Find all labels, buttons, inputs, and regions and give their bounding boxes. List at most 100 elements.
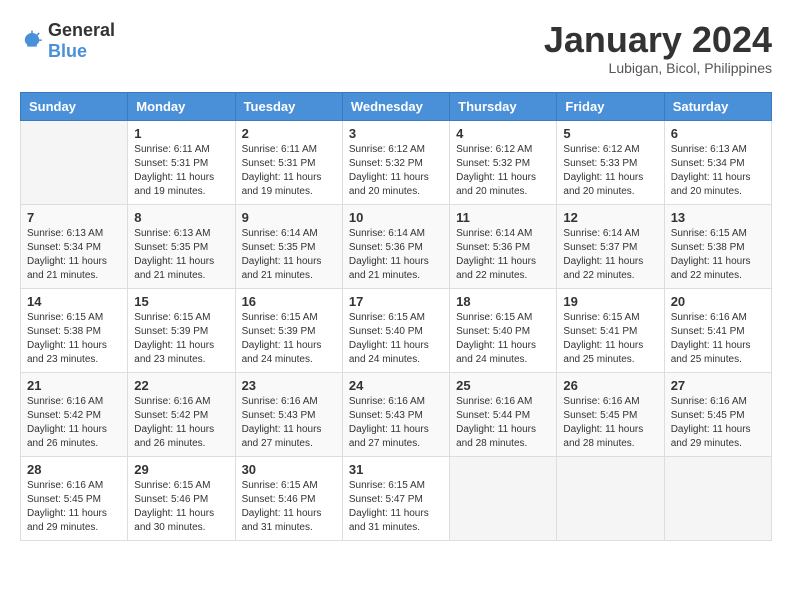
calendar-cell: 25Sunrise: 6:16 AMSunset: 5:44 PMDayligh… xyxy=(450,372,557,456)
day-number: 12 xyxy=(563,210,657,225)
day-number: 18 xyxy=(456,294,550,309)
calendar-cell xyxy=(450,456,557,540)
calendar-table: SundayMondayTuesdayWednesdayThursdayFrid… xyxy=(20,92,772,541)
day-info: Sunrise: 6:16 AMSunset: 5:42 PMDaylight:… xyxy=(27,395,121,451)
day-info: Sunrise: 6:15 AMSunset: 5:46 PMDaylight:… xyxy=(242,479,336,535)
day-number: 14 xyxy=(27,294,121,309)
day-info: Sunrise: 6:12 AMSunset: 5:32 PMDaylight:… xyxy=(349,143,443,199)
calendar-cell: 9 Sunrise: 6:14 AMSunset: 5:35 PMDaylight… xyxy=(235,204,342,288)
calendar-cell: 30 Sunrise: 6:15 AMSunset: 5:46 PMDayligh… xyxy=(235,456,342,540)
logo: General Blue xyxy=(20,20,115,62)
calendar-cell: 3 Sunrise: 6:12 AMSunset: 5:32 PMDaylight… xyxy=(342,120,449,204)
month-title: January 2024 xyxy=(544,20,772,60)
calendar-cell: 17Sunrise: 6:15 AMSunset: 5:40 PMDayligh… xyxy=(342,288,449,372)
day-info: Sunrise: 6:15 AMSunset: 5:39 PMDaylight:… xyxy=(134,311,228,367)
weekday-header-wednesday: Wednesday xyxy=(342,92,449,120)
logo-icon xyxy=(20,29,44,53)
calendar-cell: 28Sunrise: 6:16 AMSunset: 5:45 PMDayligh… xyxy=(21,456,128,540)
title-area: January 2024 Lubigan, Bicol, Philippines xyxy=(544,20,772,76)
day-info: Sunrise: 6:14 AMSunset: 5:35 PMDaylight:… xyxy=(242,227,336,283)
calendar-cell: 1 Sunrise: 6:11 AMSunset: 5:31 PMDaylight… xyxy=(128,120,235,204)
weekday-header-sunday: Sunday xyxy=(21,92,128,120)
day-number: 10 xyxy=(349,210,443,225)
day-number: 23 xyxy=(242,378,336,393)
day-info: Sunrise: 6:11 AMSunset: 5:31 PMDaylight:… xyxy=(242,143,336,199)
calendar-cell: 5Sunrise: 6:12 AMSunset: 5:33 PMDaylight… xyxy=(557,120,664,204)
calendar-week-row: 21 Sunrise: 6:16 AMSunset: 5:42 PMDayligh… xyxy=(21,372,772,456)
day-number: 28 xyxy=(27,462,121,477)
calendar-cell: 21 Sunrise: 6:16 AMSunset: 5:42 PMDayligh… xyxy=(21,372,128,456)
day-info: Sunrise: 6:15 AMSunset: 5:40 PMDaylight:… xyxy=(456,311,550,367)
calendar-week-row: 1 Sunrise: 6:11 AMSunset: 5:31 PMDaylight… xyxy=(21,120,772,204)
weekday-header-friday: Friday xyxy=(557,92,664,120)
calendar-cell: 26 Sunrise: 6:16 AMSunset: 5:45 PMDayligh… xyxy=(557,372,664,456)
calendar-cell: 15 Sunrise: 6:15 AMSunset: 5:39 PMDayligh… xyxy=(128,288,235,372)
day-info: Sunrise: 6:14 AMSunset: 5:37 PMDaylight:… xyxy=(563,227,657,283)
day-info: Sunrise: 6:16 AMSunset: 5:45 PMDaylight:… xyxy=(563,395,657,451)
day-number: 2 xyxy=(242,126,336,141)
day-info: Sunrise: 6:16 AMSunset: 5:42 PMDaylight:… xyxy=(134,395,228,451)
weekday-header-saturday: Saturday xyxy=(664,92,771,120)
day-info: Sunrise: 6:15 AMSunset: 5:38 PMDaylight:… xyxy=(671,227,765,283)
day-number: 13 xyxy=(671,210,765,225)
day-number: 26 xyxy=(563,378,657,393)
calendar-cell: 16 Sunrise: 6:15 AMSunset: 5:39 PMDayligh… xyxy=(235,288,342,372)
day-number: 1 xyxy=(134,126,228,141)
calendar-cell: 2 Sunrise: 6:11 AMSunset: 5:31 PMDaylight… xyxy=(235,120,342,204)
day-number: 9 xyxy=(242,210,336,225)
day-info: Sunrise: 6:12 AMSunset: 5:32 PMDaylight:… xyxy=(456,143,550,199)
day-info: Sunrise: 6:16 AMSunset: 5:45 PMDaylight:… xyxy=(671,395,765,451)
day-number: 16 xyxy=(242,294,336,309)
day-number: 27 xyxy=(671,378,765,393)
day-info: Sunrise: 6:15 AMSunset: 5:39 PMDaylight:… xyxy=(242,311,336,367)
day-info: Sunrise: 6:16 AMSunset: 5:43 PMDaylight:… xyxy=(242,395,336,451)
calendar-cell: 27 Sunrise: 6:16 AMSunset: 5:45 PMDayligh… xyxy=(664,372,771,456)
day-info: Sunrise: 6:13 AMSunset: 5:34 PMDaylight:… xyxy=(27,227,121,283)
day-info: Sunrise: 6:13 AMSunset: 5:35 PMDaylight:… xyxy=(134,227,228,283)
calendar-cell: 29Sunrise: 6:15 AMSunset: 5:46 PMDayligh… xyxy=(128,456,235,540)
calendar-cell: 31 Sunrise: 6:15 AMSunset: 5:47 PMDayligh… xyxy=(342,456,449,540)
calendar-cell: 12 Sunrise: 6:14 AMSunset: 5:37 PMDayligh… xyxy=(557,204,664,288)
calendar-cell: 4Sunrise: 6:12 AMSunset: 5:32 PMDaylight… xyxy=(450,120,557,204)
calendar-cell: 7Sunrise: 6:13 AMSunset: 5:34 PMDaylight… xyxy=(21,204,128,288)
weekday-header-monday: Monday xyxy=(128,92,235,120)
day-number: 22 xyxy=(134,378,228,393)
day-info: Sunrise: 6:16 AMSunset: 5:41 PMDaylight:… xyxy=(671,311,765,367)
day-info: Sunrise: 6:14 AMSunset: 5:36 PMDaylight:… xyxy=(349,227,443,283)
weekday-header-tuesday: Tuesday xyxy=(235,92,342,120)
day-number: 21 xyxy=(27,378,121,393)
calendar-cell: 22 Sunrise: 6:16 AMSunset: 5:42 PMDayligh… xyxy=(128,372,235,456)
day-info: Sunrise: 6:16 AMSunset: 5:43 PMDaylight:… xyxy=(349,395,443,451)
location: Lubigan, Bicol, Philippines xyxy=(544,60,772,76)
calendar-cell xyxy=(21,120,128,204)
logo-text: General Blue xyxy=(48,20,115,62)
day-number: 31 xyxy=(349,462,443,477)
day-number: 3 xyxy=(349,126,443,141)
day-info: Sunrise: 6:14 AMSunset: 5:36 PMDaylight:… xyxy=(456,227,550,283)
day-info: Sunrise: 6:11 AMSunset: 5:31 PMDaylight:… xyxy=(134,143,228,199)
day-info: Sunrise: 6:13 AMSunset: 5:34 PMDaylight:… xyxy=(671,143,765,199)
day-number: 20 xyxy=(671,294,765,309)
calendar-week-row: 7Sunrise: 6:13 AMSunset: 5:34 PMDaylight… xyxy=(21,204,772,288)
calendar-cell: 23 Sunrise: 6:16 AMSunset: 5:43 PMDayligh… xyxy=(235,372,342,456)
calendar-cell: 24Sunrise: 6:16 AMSunset: 5:43 PMDayligh… xyxy=(342,372,449,456)
day-number: 19 xyxy=(563,294,657,309)
day-info: Sunrise: 6:15 AMSunset: 5:47 PMDaylight:… xyxy=(349,479,443,535)
day-info: Sunrise: 6:15 AMSunset: 5:38 PMDaylight:… xyxy=(27,311,121,367)
day-number: 15 xyxy=(134,294,228,309)
calendar-header-row: SundayMondayTuesdayWednesdayThursdayFrid… xyxy=(21,92,772,120)
day-number: 11 xyxy=(456,210,550,225)
calendar-cell: 6 Sunrise: 6:13 AMSunset: 5:34 PMDaylight… xyxy=(664,120,771,204)
day-info: Sunrise: 6:15 AMSunset: 5:46 PMDaylight:… xyxy=(134,479,228,535)
day-info: Sunrise: 6:15 AMSunset: 5:41 PMDaylight:… xyxy=(563,311,657,367)
day-number: 30 xyxy=(242,462,336,477)
calendar-week-row: 28Sunrise: 6:16 AMSunset: 5:45 PMDayligh… xyxy=(21,456,772,540)
page-header: General Blue January 2024 Lubigan, Bicol… xyxy=(20,20,772,76)
calendar-cell: 11 Sunrise: 6:14 AMSunset: 5:36 PMDayligh… xyxy=(450,204,557,288)
calendar-cell: 19 Sunrise: 6:15 AMSunset: 5:41 PMDayligh… xyxy=(557,288,664,372)
calendar-cell: 14 Sunrise: 6:15 AMSunset: 5:38 PMDayligh… xyxy=(21,288,128,372)
calendar-cell xyxy=(664,456,771,540)
day-number: 6 xyxy=(671,126,765,141)
day-number: 25 xyxy=(456,378,550,393)
calendar-cell: 20 Sunrise: 6:16 AMSunset: 5:41 PMDayligh… xyxy=(664,288,771,372)
